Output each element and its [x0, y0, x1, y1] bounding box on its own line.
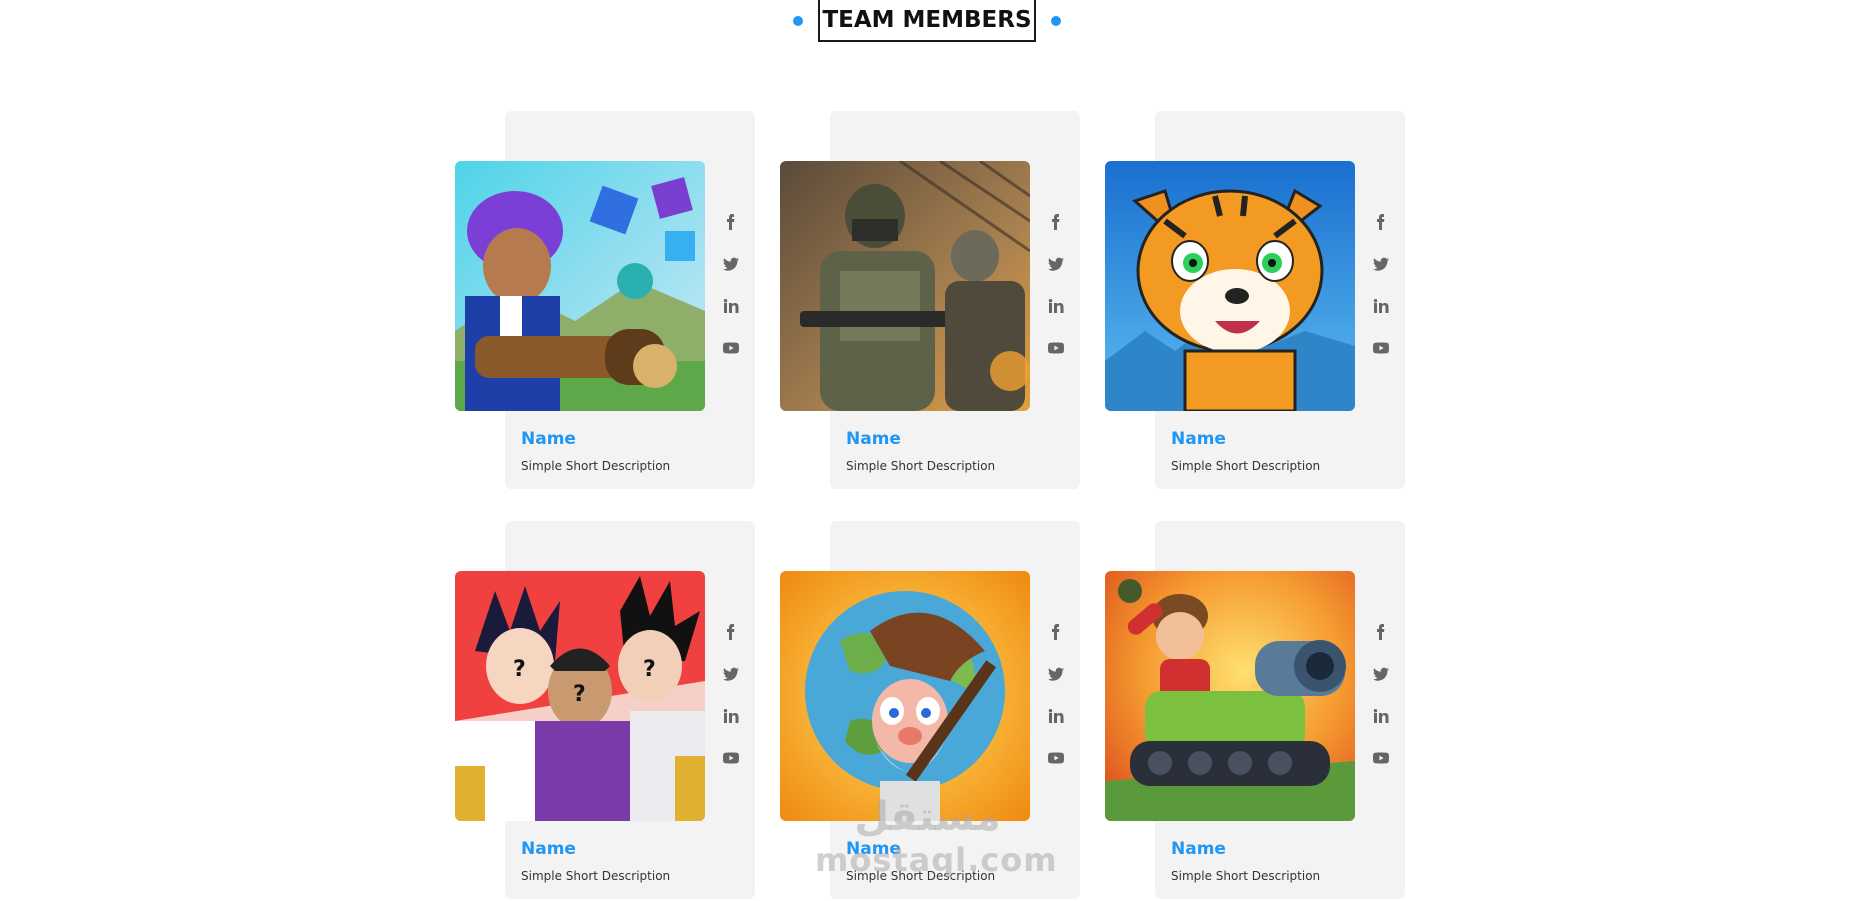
anime-mystery-characters-image: ? ? ?	[455, 571, 705, 821]
member-description: Simple Short Description	[521, 459, 671, 473]
youtube-icon[interactable]	[723, 750, 739, 766]
member-name: Name	[1171, 839, 1226, 859]
youtube-icon[interactable]	[1373, 340, 1389, 356]
linkedin-icon[interactable]	[723, 298, 739, 314]
social-links	[1373, 214, 1389, 382]
twitter-icon[interactable]	[1048, 256, 1064, 272]
member-name: Name	[521, 429, 576, 449]
facebook-icon[interactable]	[723, 214, 739, 230]
facebook-icon[interactable]	[1373, 214, 1389, 230]
social-links	[1048, 214, 1064, 382]
youtube-icon[interactable]	[1373, 750, 1389, 766]
team-card: Name Simple Short Description	[1105, 111, 1405, 489]
linkedin-icon[interactable]	[1373, 298, 1389, 314]
member-photo[interactable]: ? ? ?	[455, 571, 705, 821]
team-card: Name Simple Short Description	[780, 111, 1080, 489]
facebook-icon[interactable]	[1048, 214, 1064, 230]
svg-text:?: ?	[643, 657, 656, 682]
youtube-icon[interactable]	[723, 340, 739, 356]
cartoon-tank-soldier-image	[1105, 571, 1355, 821]
member-description: Simple Short Description	[1171, 869, 1321, 883]
cartoon-boy-with-cannon-image	[455, 161, 705, 411]
member-description: Simple Short Description	[846, 459, 996, 473]
linkedin-icon[interactable]	[1373, 708, 1389, 724]
member-photo[interactable]	[455, 161, 705, 411]
social-links	[1048, 624, 1064, 792]
team-card: Name Simple Short Description	[455, 111, 755, 489]
svg-text:?: ?	[513, 657, 526, 682]
linkedin-icon[interactable]	[723, 708, 739, 724]
member-name: Name	[846, 429, 901, 449]
team-card: Name Simple Short Description	[1105, 521, 1405, 899]
member-photo[interactable]	[1105, 571, 1355, 821]
member-photo[interactable]	[780, 161, 1030, 411]
facebook-icon[interactable]	[1048, 624, 1064, 640]
social-links	[723, 214, 739, 382]
armored-soldiers-image	[780, 161, 1030, 411]
twitter-icon[interactable]	[1373, 256, 1389, 272]
social-links	[723, 624, 739, 792]
team-card: ? ? ? Name Simple Short Description	[455, 521, 755, 899]
team-grid: Name Simple Short Description Name Simpl…	[0, 0, 1852, 901]
twitter-icon[interactable]	[1048, 666, 1064, 682]
linkedin-icon[interactable]	[1048, 298, 1064, 314]
linkedin-icon[interactable]	[1048, 708, 1064, 724]
cartoon-tiger-image	[1105, 161, 1355, 411]
youtube-icon[interactable]	[1048, 340, 1064, 356]
member-name: Name	[846, 839, 901, 859]
social-links	[1373, 624, 1389, 792]
facebook-icon[interactable]	[723, 624, 739, 640]
old-miner-with-globe-image	[780, 571, 1030, 821]
team-card: Name Simple Short Description	[780, 521, 1080, 899]
member-name: Name	[521, 839, 576, 859]
member-description: Simple Short Description	[521, 869, 671, 883]
facebook-icon[interactable]	[1373, 624, 1389, 640]
youtube-icon[interactable]	[1048, 750, 1064, 766]
member-photo[interactable]	[1105, 161, 1355, 411]
twitter-icon[interactable]	[723, 256, 739, 272]
member-description: Simple Short Description	[1171, 459, 1321, 473]
member-photo[interactable]	[780, 571, 1030, 821]
twitter-icon[interactable]	[1373, 666, 1389, 682]
member-name: Name	[1171, 429, 1226, 449]
member-description: Simple Short Description	[846, 869, 996, 883]
twitter-icon[interactable]	[723, 666, 739, 682]
svg-text:?: ?	[573, 682, 586, 707]
